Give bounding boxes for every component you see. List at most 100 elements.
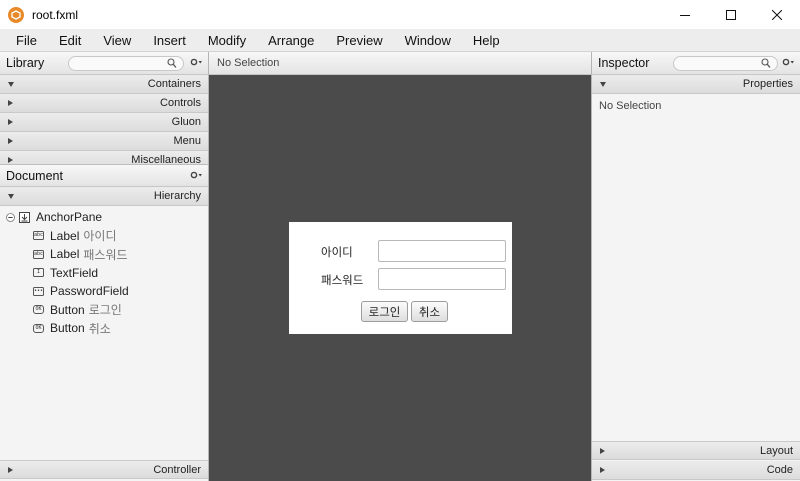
- password-field[interactable]: [378, 268, 506, 290]
- section-label: Code: [766, 464, 793, 476]
- right-panel: Inspector Properties No Selection Layout…: [591, 52, 800, 481]
- expanded-arrow-icon: [8, 81, 14, 87]
- menu-help[interactable]: Help: [473, 33, 500, 48]
- collapsed-arrow-icon: [8, 119, 13, 125]
- left-panel: Library Containers Controls Gluon Menu M…: [0, 52, 209, 481]
- tree-item-type: TextField: [50, 265, 99, 280]
- tree-item-type: Button: [50, 321, 85, 336]
- hierarchy-section[interactable]: Hierarchy: [0, 187, 208, 206]
- section-label: Containers: [147, 78, 201, 90]
- tree-item-passwordfield[interactable]: ••• PasswordField: [0, 282, 208, 301]
- menu-view[interactable]: View: [103, 33, 131, 48]
- inspector-selection-status: No Selection: [599, 100, 662, 112]
- tree-item-type: Button: [50, 302, 85, 317]
- controller-section[interactable]: Controller: [0, 460, 208, 479]
- collapsed-arrow-icon: [8, 100, 13, 106]
- tree-item-type: Label: [50, 228, 80, 243]
- cancel-button[interactable]: 취소: [411, 301, 448, 322]
- section-label: Hierarchy: [153, 190, 201, 202]
- label-icon: abc: [33, 231, 44, 241]
- menu-modify[interactable]: Modify: [208, 33, 246, 48]
- collapsed-arrow-icon: [8, 466, 13, 473]
- label-icon: abc: [33, 249, 44, 259]
- library-section-containers[interactable]: Containers: [0, 75, 208, 94]
- selection-bar: No Selection: [209, 52, 591, 75]
- tree-item-type: Label: [50, 247, 80, 262]
- id-text-field[interactable]: [378, 240, 506, 262]
- menu-bar: File Edit View Insert Modify Arrange Pre…: [0, 29, 800, 52]
- collapsed-arrow-icon: [600, 467, 605, 473]
- collapsed-arrow-icon: [8, 138, 13, 144]
- tree-item-label-password[interactable]: abc Label 패스워드: [0, 245, 208, 264]
- title-bar: root.fxml: [0, 0, 800, 29]
- collapse-toggle-icon[interactable]: [6, 212, 15, 222]
- scene-builder-app-icon: [8, 6, 24, 23]
- selection-status: No Selection: [217, 57, 280, 69]
- expanded-arrow-icon: [8, 193, 14, 199]
- tree-item-button-cancel[interactable]: OK Button 취소: [0, 319, 208, 338]
- button-icon: OK: [33, 323, 44, 333]
- minimize-button[interactable]: [662, 0, 708, 29]
- menu-edit[interactable]: Edit: [59, 33, 81, 48]
- hierarchy-tree: AnchorPane abc Label 아이디 abc Label 패스워드 …: [0, 206, 208, 338]
- document-header: Document: [0, 164, 208, 187]
- button-icon: OK: [33, 305, 44, 315]
- library-search-input[interactable]: [68, 56, 184, 71]
- tree-item-button-login[interactable]: OK Button 로그인: [0, 301, 208, 320]
- inspector-gear-icon[interactable]: [782, 58, 794, 67]
- tree-item-label-id[interactable]: abc Label 아이디: [0, 227, 208, 246]
- library-section-gluon[interactable]: Gluon: [0, 113, 208, 132]
- login-form-preview[interactable]: 아이디 패스워드 로그인 취소: [289, 222, 512, 334]
- tree-item-type: AnchorPane: [36, 210, 103, 225]
- search-icon: [167, 58, 177, 68]
- anchorpane-icon: [19, 211, 30, 223]
- tree-item-type: PasswordField: [50, 284, 129, 299]
- inspector-header: Inspector: [592, 52, 800, 75]
- menu-arrange[interactable]: Arrange: [268, 33, 314, 48]
- library-title: Library: [6, 56, 45, 70]
- password-label: 패스워드: [321, 275, 364, 287]
- tree-item-text: 취소: [88, 321, 111, 336]
- document-title: Document: [6, 168, 63, 183]
- tree-item-text: 아이디: [83, 229, 117, 244]
- expanded-arrow-icon: [600, 81, 606, 87]
- close-icon: [772, 9, 782, 20]
- library-gear-icon[interactable]: [190, 58, 202, 67]
- maximize-icon: [726, 9, 736, 20]
- library-section-miscellaneous[interactable]: Miscellaneous: [0, 151, 208, 164]
- properties-section[interactable]: Properties: [592, 75, 800, 94]
- section-label: Controller: [153, 463, 201, 476]
- menu-preview[interactable]: Preview: [336, 33, 382, 48]
- login-button[interactable]: 로그인: [361, 301, 408, 322]
- inspector-title: Inspector: [598, 56, 650, 70]
- tree-item-text: 로그인: [88, 303, 122, 318]
- library-section-menu[interactable]: Menu: [0, 132, 208, 151]
- section-label: Properties: [742, 78, 793, 90]
- window-title: root.fxml: [32, 7, 79, 22]
- section-label: Gluon: [171, 116, 201, 128]
- code-section[interactable]: Code: [592, 461, 800, 480]
- tree-item-textfield[interactable]: I TextField: [0, 264, 208, 283]
- tree-item-anchorpane[interactable]: AnchorPane: [0, 208, 208, 227]
- menu-insert[interactable]: Insert: [153, 33, 186, 48]
- menu-window[interactable]: Window: [405, 33, 451, 48]
- tree-item-text: 패스워드: [83, 247, 128, 262]
- library-sections: Containers Controls Gluon Menu Miscellan…: [0, 75, 208, 164]
- collapsed-arrow-icon: [600, 447, 605, 454]
- collapsed-arrow-icon: [8, 157, 13, 163]
- library-section-controls[interactable]: Controls: [0, 94, 208, 113]
- textfield-icon: I: [33, 268, 44, 278]
- library-header: Library: [0, 52, 208, 75]
- section-label: Controls: [160, 97, 201, 109]
- maximize-button[interactable]: [708, 0, 754, 29]
- content-canvas[interactable]: No Selection 아이디 패스워드 로그인 취소: [209, 52, 591, 481]
- document-gear-icon[interactable]: [190, 171, 202, 180]
- search-icon: [761, 58, 771, 68]
- minimize-icon: [680, 14, 690, 16]
- menu-file[interactable]: File: [16, 33, 37, 48]
- close-button[interactable]: [754, 0, 800, 29]
- id-label: 아이디: [321, 247, 353, 259]
- layout-section[interactable]: Layout: [592, 441, 800, 460]
- section-label: Menu: [173, 135, 201, 147]
- inspector-search-input[interactable]: [673, 56, 778, 71]
